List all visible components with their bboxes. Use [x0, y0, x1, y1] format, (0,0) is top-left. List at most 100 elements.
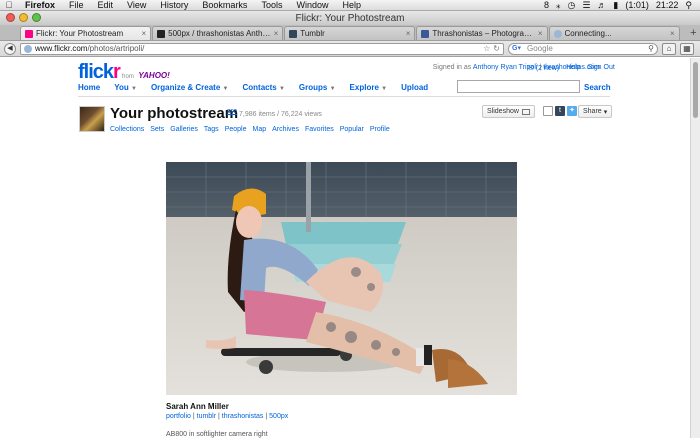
flickr-logo[interactable]: flickr from YAHOO! — [78, 61, 170, 84]
page-title: Your photostream — [110, 105, 239, 122]
zoom-window-button[interactable] — [32, 13, 41, 22]
subnav-sets[interactable]: Sets — [150, 126, 164, 133]
back-button[interactable]: ◀ — [4, 42, 16, 55]
menu-bookmarks[interactable]: Bookmarks — [195, 0, 254, 10]
close-tab-icon[interactable]: × — [141, 29, 146, 38]
menu-view[interactable]: View — [120, 0, 153, 10]
flickr-search-button[interactable]: Search — [584, 83, 611, 92]
chevron-down-icon[interactable]: ▼ — [131, 86, 137, 92]
avatar[interactable] — [79, 106, 105, 132]
search-engine-box[interactable]: G▾ Google ⚲ — [508, 42, 658, 55]
tab-connecting[interactable]: Connecting... × — [548, 26, 680, 40]
scrollbar-thumb[interactable] — [693, 62, 698, 118]
nav-groups[interactable]: Groups — [299, 83, 327, 92]
share-button[interactable]: Share ▾ — [578, 105, 613, 118]
tab-strip: Flickr: Your Photostream × 500px / thras… — [0, 25, 700, 41]
close-tab-icon[interactable]: × — [670, 29, 675, 38]
nav-home[interactable]: Home — [78, 83, 100, 92]
new-tab-button[interactable]: + — [687, 28, 700, 40]
subnav-galleries[interactable]: Galleries — [170, 126, 198, 133]
tab-title: Tumblr — [300, 29, 325, 38]
link-500px[interactable]: 500px — [269, 413, 288, 420]
menu-help[interactable]: Help — [335, 0, 368, 10]
subnav-tags[interactable]: Tags — [204, 126, 219, 133]
menu-app-name[interactable]: Firefox — [18, 0, 62, 10]
subnav-popular[interactable]: Popular — [340, 126, 364, 133]
bluetooth-icon[interactable]: ⁎ — [556, 0, 561, 11]
facebook-favicon-icon — [421, 29, 430, 38]
reload-icon[interactable]: ↻ — [493, 44, 500, 53]
url-text[interactable]: www.flickr.com/photos/artripoli/ — [35, 44, 480, 53]
photostream-counts: 7,986 items / 76,224 views — [239, 111, 322, 118]
clock[interactable]: 21:22 — [656, 0, 679, 10]
menu-tools[interactable]: Tools — [254, 0, 289, 10]
nav-contacts[interactable]: Contacts — [242, 83, 276, 92]
volume-icon[interactable]: ♬ — [597, 0, 606, 10]
close-tab-icon[interactable]: × — [274, 29, 279, 38]
nav-explore[interactable]: Explore — [350, 83, 379, 92]
twitter-icon[interactable]: ✦ — [567, 106, 577, 116]
mail-link[interactable]: ✉ (2 new) — [528, 64, 559, 72]
nav-you[interactable]: You — [114, 83, 129, 92]
menu-file[interactable]: File — [62, 0, 91, 10]
header-divider — [78, 96, 610, 97]
link-portfolio[interactable]: portfolio — [166, 413, 191, 420]
spotlight-icon[interactable]: ⚲ — [685, 0, 692, 11]
sign-out-link[interactable]: Sign Out — [588, 64, 615, 72]
main-photo[interactable] — [166, 162, 517, 395]
timemachine-icon[interactable]: ◷ — [567, 0, 575, 11]
menu-history[interactable]: History — [153, 0, 195, 10]
link-tumblr[interactable]: tumblr — [197, 413, 216, 420]
help-link[interactable]: Help — [566, 64, 580, 72]
flickr-search-input[interactable] — [457, 80, 580, 93]
navigation-toolbar: ◀ www.flickr.com/photos/artripoli/ ☆ ↻ G… — [0, 41, 700, 57]
chevron-down-icon: ▾ — [603, 108, 608, 116]
minimize-window-button[interactable] — [19, 13, 28, 22]
search-icon[interactable]: ⚲ — [648, 44, 654, 53]
chevron-down-icon[interactable]: ▼ — [223, 86, 229, 92]
link-thrashonistas[interactable]: thrashonistas — [222, 413, 264, 420]
site-identity-icon[interactable] — [24, 44, 32, 53]
chevron-down-icon[interactable]: ▼ — [330, 86, 336, 92]
chevron-down-icon[interactable]: ▼ — [279, 86, 285, 92]
subnav-people[interactable]: People — [225, 126, 247, 133]
home-button[interactable]: ⌂ — [662, 42, 676, 55]
main-nav: Home You ▼ Organize & Create ▼ Contacts … — [78, 83, 428, 92]
close-tab-icon[interactable]: × — [406, 29, 411, 38]
photo-links: portfolio | tumblr | thrashonistas | 500… — [166, 413, 289, 420]
subnav-favorites[interactable]: Favorites — [305, 126, 334, 133]
tumblr-icon[interactable]: t — [555, 106, 565, 116]
subnav-archives[interactable]: Archives — [272, 126, 299, 133]
close-tab-icon[interactable]: × — [538, 29, 543, 38]
grid-button[interactable]: ▦ — [680, 42, 694, 55]
tab-tumblr[interactable]: Tumblr × — [284, 26, 416, 40]
photo-image — [166, 162, 517, 395]
nav-upload[interactable]: Upload — [401, 83, 428, 92]
search-placeholder: Google — [527, 44, 553, 53]
pro-badge[interactable]: pro — [227, 108, 237, 115]
google-icon[interactable]: G▾ — [512, 44, 524, 53]
slideshow-button[interactable]: Slideshow — [482, 105, 535, 118]
email-icon[interactable] — [543, 106, 553, 116]
tab-thrashonistas[interactable]: Thrashonistas – Photography × — [416, 26, 548, 40]
apple-icon[interactable]:  — [0, 0, 18, 10]
close-window-button[interactable] — [6, 13, 15, 22]
subnav-profile[interactable]: Profile — [370, 126, 390, 133]
chevron-down-icon[interactable]: ▼ — [381, 86, 387, 92]
url-bar[interactable]: www.flickr.com/photos/artripoli/ ☆ ↻ — [20, 42, 504, 55]
tab-500px[interactable]: 500px / thrashonistas Anthony... × — [152, 26, 284, 40]
photostream-subnav: Collections Sets Galleries Tags People M… — [110, 126, 390, 133]
menu-window[interactable]: Window — [289, 0, 335, 10]
menu-edit[interactable]: Edit — [91, 0, 121, 10]
vertical-scrollbar[interactable] — [690, 58, 700, 438]
tab-flickr[interactable]: Flickr: Your Photostream × — [20, 26, 152, 40]
wifi-icon[interactable]: ☰ — [582, 0, 590, 11]
bookmark-star-icon[interactable]: ☆ — [483, 44, 490, 53]
tab-title: Connecting... — [564, 29, 612, 38]
notification-badge[interactable]: 8 — [544, 0, 549, 10]
subnav-collections[interactable]: Collections — [110, 126, 144, 133]
subnav-map[interactable]: Map — [252, 126, 266, 133]
battery-icon[interactable]: ▮ — [613, 0, 618, 11]
nav-organize[interactable]: Organize & Create — [151, 83, 220, 92]
tab-title: 500px / thrashonistas Anthony... — [168, 29, 271, 38]
